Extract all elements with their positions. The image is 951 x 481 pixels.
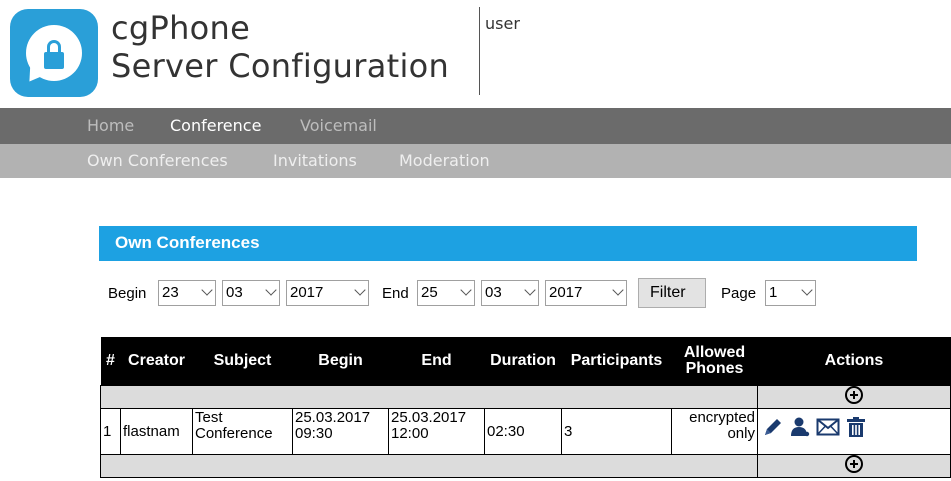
cell-duration: 02:30 <box>484 407 562 455</box>
app-title-line2: Server Configuration <box>111 47 450 85</box>
end-year-select[interactable]: 2017 <box>545 280 627 306</box>
cell-allowed-phones: encrypted only <box>671 407 758 455</box>
filter-button[interactable]: Filter <box>638 278 706 308</box>
col-header-end: End <box>388 337 485 385</box>
section-header: Own Conferences <box>99 226 917 261</box>
section-title: Own Conferences <box>115 233 260 252</box>
col-header-subject: Subject <box>192 337 293 385</box>
subnav-moderation[interactable]: Moderation <box>399 151 490 170</box>
user-label: user <box>485 14 520 33</box>
user-icon[interactable] <box>789 416 811 442</box>
sub-nav: Own Conferences Invitations Moderation <box>0 144 951 178</box>
chevron-down-icon <box>801 284 813 296</box>
col-header-actions: Actions <box>757 337 951 385</box>
cell-end: 25.03.2017 12:00 <box>388 407 485 455</box>
col-header-participants: Participants <box>561 337 672 385</box>
col-header-allowed-phones: Allowed Phones <box>671 337 758 385</box>
col-header-num: # <box>100 337 121 385</box>
chevron-down-icon <box>524 284 536 296</box>
begin-month-select[interactable]: 03 <box>222 280 280 306</box>
conferences-table: # Creator Subject Begin End Duration Par… <box>100 337 951 478</box>
add-conference-icon[interactable] <box>845 454 863 473</box>
add-row-bottom <box>100 453 951 478</box>
col-header-creator: Creator <box>120 337 193 385</box>
nav-home[interactable]: Home <box>87 116 134 135</box>
table-header-row: # Creator Subject Begin End Duration Par… <box>100 337 951 385</box>
begin-label: Begin <box>108 285 147 302</box>
begin-year-select[interactable]: 2017 <box>286 280 369 306</box>
subnav-invitations[interactable]: Invitations <box>273 151 357 170</box>
begin-day-select[interactable]: 23 <box>158 280 216 306</box>
chevron-down-icon <box>460 284 472 296</box>
nav-voicemail[interactable]: Voicemail <box>300 116 377 135</box>
end-month-select[interactable]: 03 <box>481 280 539 306</box>
chevron-down-icon <box>354 284 366 296</box>
col-header-duration: Duration <box>484 337 562 385</box>
nav-conference[interactable]: Conference <box>170 116 261 135</box>
chevron-down-icon <box>612 284 624 296</box>
app-title-line1: cgPhone <box>111 9 251 47</box>
main-nav: Home Conference Voicemail <box>0 108 951 144</box>
app-logo <box>10 9 98 97</box>
cell-participants: 3 <box>561 407 672 455</box>
cell-num: 1 <box>100 407 121 455</box>
app-title: cgPhone Server Configuration <box>111 9 449 85</box>
end-day-select[interactable]: 25 <box>417 280 475 306</box>
header-divider <box>479 7 480 95</box>
edit-icon[interactable] <box>762 416 784 442</box>
cell-begin: 25.03.2017 09:30 <box>292 407 389 455</box>
page-select[interactable]: 1 <box>765 280 816 306</box>
chevron-down-icon <box>265 284 277 296</box>
page-label: Page <box>721 285 757 302</box>
end-label: End <box>382 285 409 302</box>
add-conference-icon[interactable] <box>845 385 863 404</box>
subnav-own-conferences[interactable]: Own Conferences <box>87 151 228 170</box>
col-header-begin: Begin <box>292 337 389 385</box>
mail-icon[interactable] <box>816 416 840 442</box>
chevron-down-icon <box>201 284 213 296</box>
table-row: 1 flastnam Test Conference 25.03.2017 09… <box>100 407 951 455</box>
trash-icon[interactable] <box>845 416 867 442</box>
cell-actions <box>757 407 951 455</box>
add-row-top <box>100 384 951 409</box>
cell-creator: flastnam <box>120 407 193 455</box>
cell-subject: Test Conference <box>192 407 293 455</box>
